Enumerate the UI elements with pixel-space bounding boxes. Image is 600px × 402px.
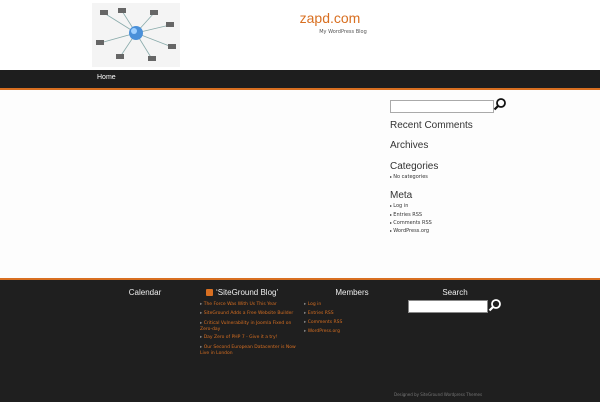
archives-title: Archives	[390, 140, 429, 151]
blog-post-link[interactable]: Day Zero of PHP 7 - Give it a try!	[200, 335, 296, 341]
footer	[0, 278, 600, 402]
footer-search-title: Search	[442, 288, 468, 297]
meta-comments-rss-link[interactable]: Comments RSS	[390, 220, 432, 226]
members-entries-rss-link[interactable]: Entries RSS	[304, 311, 384, 317]
footer-credit[interactable]: Designed by SiteGround Wordpress Themes	[394, 392, 482, 397]
members-wordpress-link[interactable]: WordPress.org	[304, 329, 384, 335]
sidebar-search-input[interactable]	[390, 100, 494, 113]
footer-search-input[interactable]	[408, 300, 488, 313]
search-icon[interactable]	[493, 97, 507, 111]
meta-title: Meta	[390, 190, 413, 201]
footer-blog-title[interactable]: ‘SiteGround Blog’	[206, 288, 290, 297]
blog-post-link[interactable]: Critical Vulnerability in Joomla Fixed o…	[200, 321, 296, 332]
footer-search-icon[interactable]	[488, 298, 502, 312]
footer-blog-title-text[interactable]: SiteGround Blog	[218, 288, 277, 297]
network-logo-image[interactable]	[92, 3, 180, 67]
blog-post-link[interactable]: The Force Was With Us This Year	[200, 302, 296, 308]
rss-icon[interactable]	[206, 289, 213, 296]
meta-wordpress-link[interactable]: WordPress.org	[390, 228, 429, 234]
category-item: No categories	[390, 174, 428, 180]
main-nav: Home	[0, 70, 600, 90]
members-comments-rss-link[interactable]: Comments RSS	[304, 320, 384, 326]
blog-post-link[interactable]: SiteGround Adds a Free Website Builder	[200, 311, 296, 317]
nav-home[interactable]: Home	[97, 74, 116, 81]
recent-comments-title: Recent Comments	[390, 120, 473, 131]
members-login-link[interactable]: Log in	[304, 302, 384, 308]
categories-title: Categories	[390, 161, 439, 172]
site-tagline: My WordPress Blog	[319, 29, 367, 35]
footer-members-title: Members	[335, 288, 369, 297]
meta-login-link[interactable]: Log in	[390, 203, 408, 209]
blog-post-link[interactable]: Our Second European Datacenter is Now Li…	[200, 345, 296, 356]
site-title[interactable]: zapd.com	[250, 10, 410, 26]
site-header: zapd.com My WordPress Blog	[0, 0, 600, 70]
footer-calendar-title: Calendar	[128, 288, 162, 297]
meta-entries-rss-link[interactable]: Entries RSS	[390, 212, 422, 218]
